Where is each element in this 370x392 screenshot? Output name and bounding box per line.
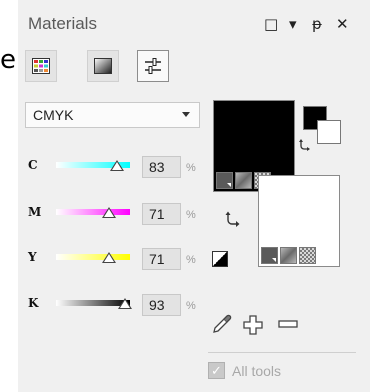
channel-label-m: M (28, 205, 42, 219)
channel-value-k[interactable]: 93 (142, 294, 181, 316)
background-mini-swatch[interactable] (317, 120, 341, 144)
add-swatch-icon[interactable] (242, 314, 264, 336)
divider (208, 352, 356, 353)
channel-value-m[interactable]: 71 (142, 203, 181, 225)
percent-unit: % (186, 209, 196, 221)
reset-colors-icon[interactable] (212, 251, 228, 267)
slider-thumb[interactable] (101, 252, 116, 263)
swap-colors-small-icon[interactable] (298, 138, 312, 152)
sliders-icon (145, 58, 161, 74)
percent-unit: % (186, 300, 196, 312)
channel-value-y[interactable]: 71 (142, 248, 181, 270)
pattern-material-button[interactable] (299, 247, 316, 264)
background-material-buttons (261, 247, 316, 264)
solid-color-button[interactable] (216, 172, 233, 189)
eyedropper-icon[interactable] (211, 313, 233, 335)
close-button[interactable]: ✕ (336, 16, 349, 32)
channel-label-c: C (28, 158, 38, 172)
gradient-icon (94, 58, 112, 74)
slider-thumb[interactable] (101, 207, 116, 218)
channel-slider-m[interactable] (56, 207, 130, 218)
gradient-material-button[interactable] (280, 247, 297, 264)
swap-colors-icon[interactable] (224, 210, 242, 228)
channel-label-k: K (28, 296, 39, 310)
solid-color-button[interactable] (261, 247, 278, 264)
sliders-mode-button[interactable] (137, 50, 169, 82)
channel-value-c[interactable]: 83 (142, 156, 181, 178)
slider-thumb[interactable] (110, 160, 125, 171)
pin-button[interactable]: ᵽ (312, 16, 322, 32)
percent-unit: % (186, 162, 196, 174)
gradient-mode-button[interactable] (87, 50, 119, 82)
panel-menu-button[interactable]: ▾ (289, 16, 297, 32)
gradient-material-button[interactable] (235, 172, 252, 189)
swatches-mode-button[interactable] (25, 50, 57, 82)
channel-slider-y[interactable] (56, 252, 130, 263)
slider-thumb[interactable] (117, 298, 132, 309)
channel-slider-c[interactable] (56, 160, 130, 171)
chevron-down-icon (182, 112, 190, 117)
background-color-swatch[interactable] (258, 175, 340, 267)
cropped-edge-text: e (0, 45, 16, 75)
remove-swatch-icon[interactable] (277, 318, 299, 330)
percent-unit: % (186, 254, 196, 266)
materials-panel: e Materials □ ▾ ᵽ ✕ CMYK C 83% M 71% Y 71% K 93… (0, 0, 370, 392)
all-tools-label: All tools (232, 363, 282, 379)
channel-slider-k[interactable] (56, 298, 132, 309)
all-tools-checkbox[interactable]: ✓ (208, 362, 225, 379)
panel-title: Materials (28, 14, 97, 33)
maximize-button[interactable]: □ (264, 16, 278, 32)
grid-swatch-icon (32, 58, 50, 74)
channel-label-y: Y (28, 250, 37, 264)
color-model-value: CMYK (33, 107, 74, 123)
color-model-dropdown[interactable]: CMYK (25, 102, 200, 128)
